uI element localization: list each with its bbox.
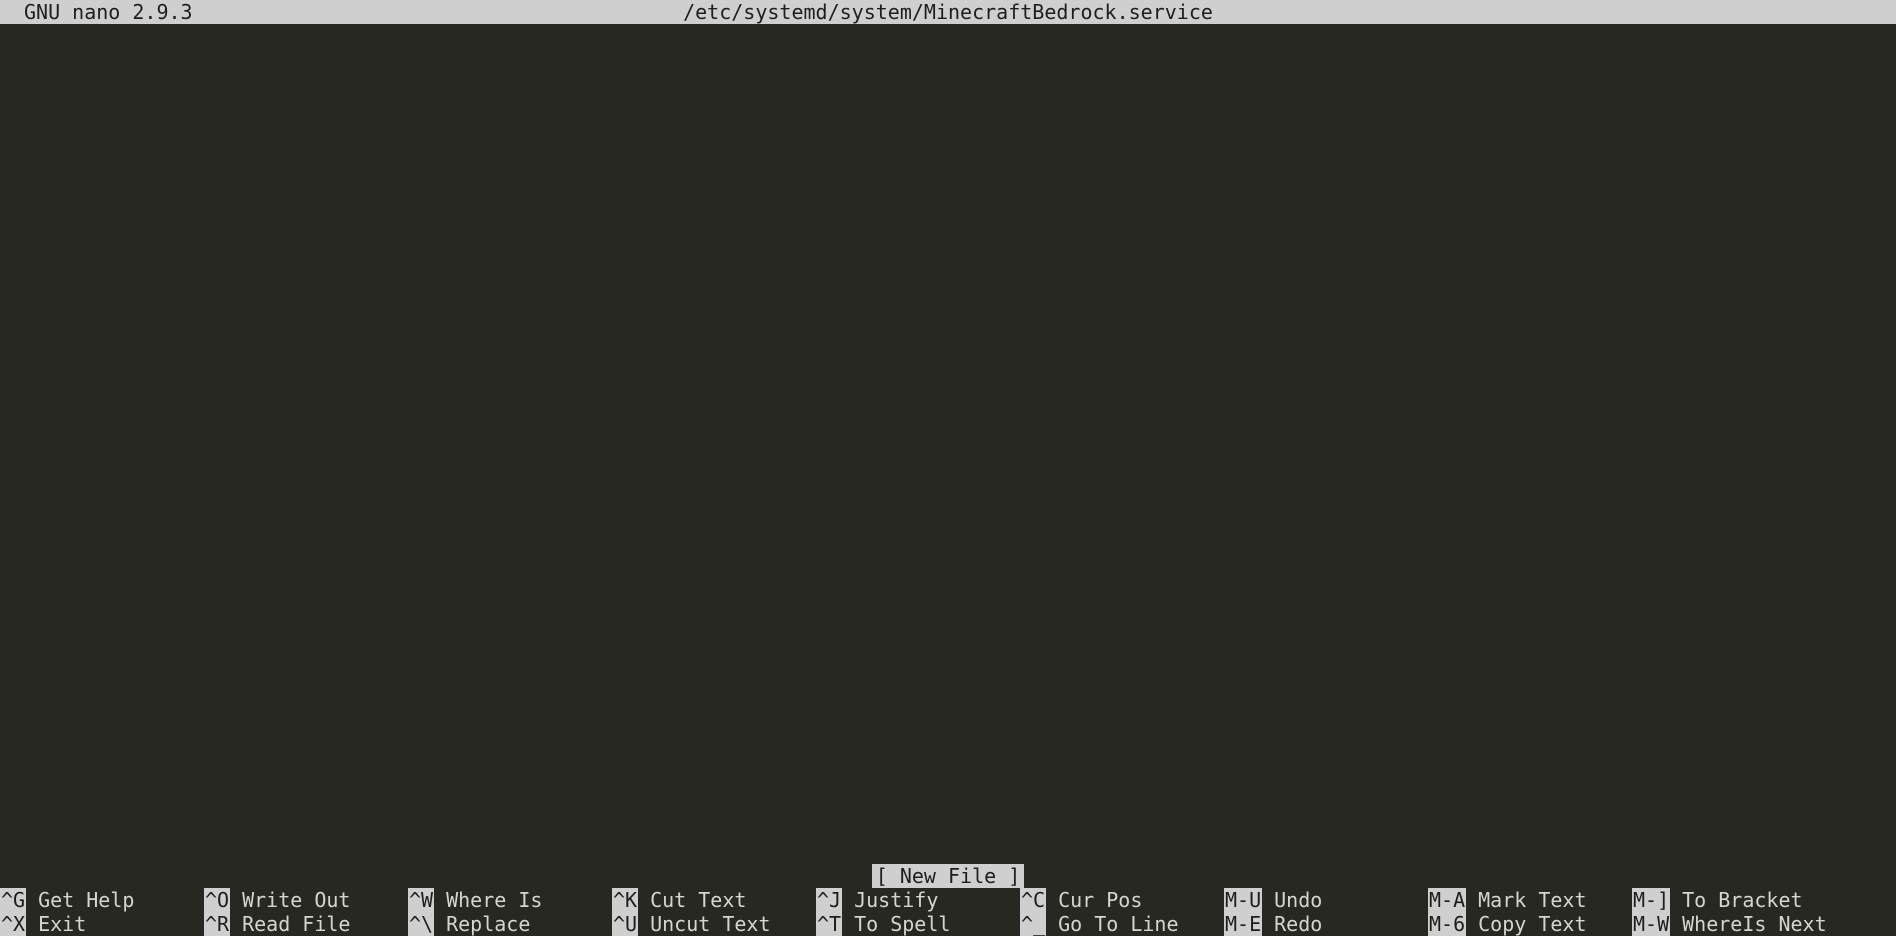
shortcut-label: Justify [854,888,939,912]
shortcut-key: ^X [0,912,27,936]
shortcut-to-bracket[interactable]: M-] To Bracket [1632,888,1803,912]
shortcut-key: ^_ [1020,912,1047,936]
shortcut-label: Cut Text [650,888,747,912]
shortcut-key: ^O [204,888,231,912]
shortcut-label: To Bracket [1682,888,1803,912]
shortcut-cut-text[interactable]: ^K Cut Text [612,888,746,912]
shortcut-key: ^\ [408,912,435,936]
shortcut-key: M-A [1428,888,1467,912]
shortcut-whereis-next[interactable]: M-W WhereIs Next [1632,912,1827,936]
shortcut-label: Go To Line [1058,912,1179,936]
shortcut-key: M-E [1224,912,1263,936]
shortcut-label: Undo [1274,888,1323,912]
shortcut-go-to-line[interactable]: ^_ Go To Line [1020,912,1179,936]
file-name: /etc/systemd/system/MinecraftBedrock.ser… [683,0,1213,24]
shortcut-label: Mark Text [1478,888,1587,912]
shortcut-key: ^K [612,888,639,912]
shortcut-write-out[interactable]: ^O Write Out [204,888,350,912]
shortcut-exit[interactable]: ^X Exit [0,912,86,936]
shortcut-key: ^J [816,888,843,912]
shortcut-label: Cur Pos [1058,888,1143,912]
shortcut-label: Read File [242,912,351,936]
shortcut-key: ^U [612,912,639,936]
status-message: [ New File ] [871,864,1025,888]
shortcut-label: Redo [1274,912,1323,936]
shortcut-label: Replace [446,912,531,936]
shortcut-mark-text[interactable]: M-A Mark Text [1428,888,1587,912]
shortcut-key: ^G [0,888,27,912]
editor-area[interactable] [0,24,1896,864]
shortcut-key: M-6 [1428,912,1467,936]
shortcut-key: ^R [204,912,231,936]
shortcut-key: M-U [1224,888,1263,912]
shortcut-key: ^W [408,888,435,912]
shortcut-label: WhereIs Next [1682,912,1827,936]
shortcut-copy-text[interactable]: M-6 Copy Text [1428,912,1587,936]
app-version: GNU nano 2.9.3 [24,0,193,24]
shortcut-to-spell[interactable]: ^T To Spell [816,912,950,936]
shortcut-label: Copy Text [1478,912,1587,936]
shortcut-bar-row-1: ^G Get Help ^O Write Out ^W Where Is ^K Cut … [0,888,1896,912]
shortcut-uncut-text[interactable]: ^U Uncut Text [612,912,771,936]
shortcut-key: M-W [1632,912,1671,936]
shortcut-where-is[interactable]: ^W Where Is [408,888,542,912]
shortcut-bar-row-2: ^X Exit ^R Read File ^\ Replace ^U Uncut Tex… [0,912,1896,936]
shortcut-redo[interactable]: M-E Redo [1224,912,1322,936]
shortcut-get-help[interactable]: ^G Get Help [0,888,134,912]
status-bar: [ New File ] [0,864,1896,888]
shortcut-label: Write Out [242,888,351,912]
shortcut-key: M-] [1632,888,1671,912]
shortcut-undo[interactable]: M-U Undo [1224,888,1322,912]
shortcut-label: Uncut Text [650,912,771,936]
shortcut-key: ^T [816,912,843,936]
shortcut-label: Get Help [38,888,135,912]
shortcut-read-file[interactable]: ^R Read File [204,912,350,936]
shortcut-label: Where Is [446,888,543,912]
shortcut-replace[interactable]: ^\ Replace [408,912,530,936]
shortcut-cur-pos[interactable]: ^C Cur Pos [1020,888,1142,912]
title-bar: /etc/systemd/system/MinecraftBedrock.ser… [0,0,1896,24]
shortcut-justify[interactable]: ^J Justify [816,888,938,912]
shortcut-label: To Spell [854,912,951,936]
shortcut-key: ^C [1020,888,1047,912]
shortcut-label: Exit [38,912,87,936]
